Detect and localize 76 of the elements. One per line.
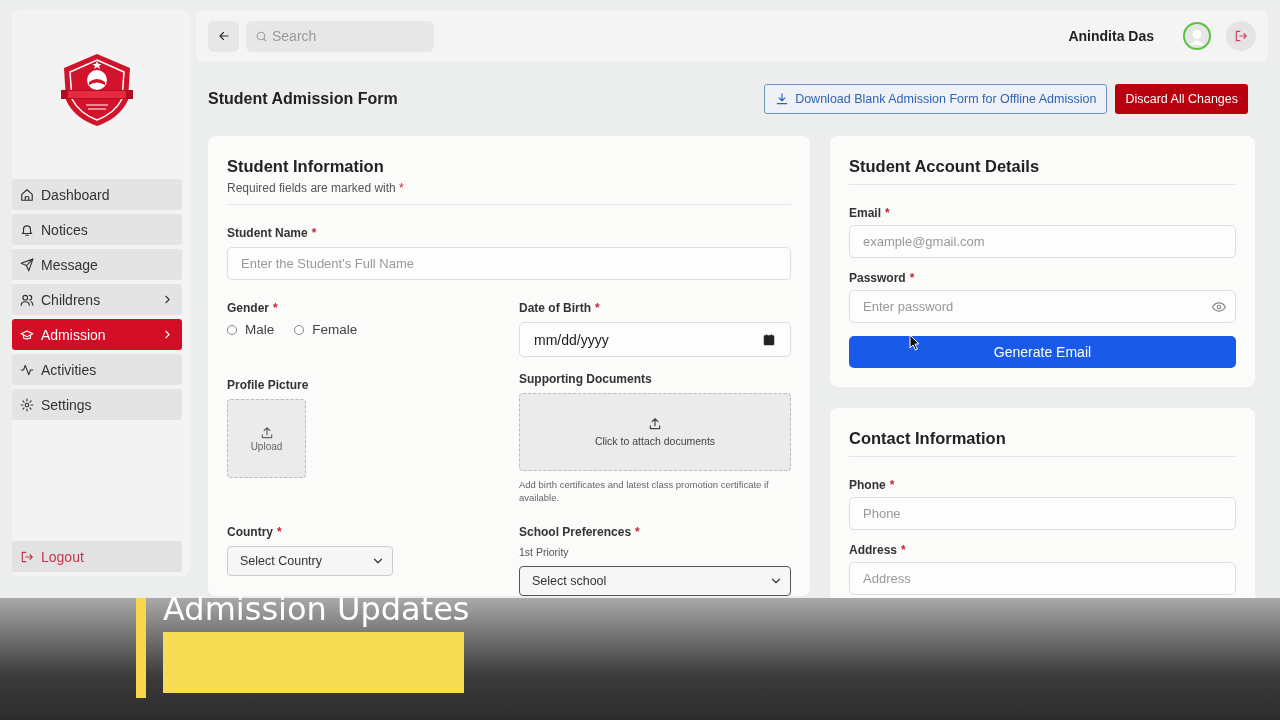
- graduation-cap-icon: [20, 327, 34, 342]
- section-title: Contact Information: [849, 429, 1007, 448]
- back-button[interactable]: [208, 20, 239, 52]
- logout-icon: [20, 549, 34, 564]
- required-mark: *: [885, 206, 890, 220]
- logout-label[interactable]: Logout: [41, 548, 84, 565]
- eye-icon: [1212, 300, 1226, 314]
- discard-button[interactable]: Discard All Changes: [1115, 84, 1248, 114]
- field-label: Phone: [849, 478, 886, 492]
- logout-item[interactable]: Logout: [12, 541, 182, 572]
- date-field[interactable]: mm/dd/yyyy: [519, 322, 791, 357]
- password-field[interactable]: Enter password: [849, 290, 1236, 323]
- radio-button[interactable]: [294, 324, 305, 335]
- field-label: School Preferences: [519, 525, 632, 539]
- search-icon: [255, 29, 268, 43]
- field-label: Student Name: [227, 226, 308, 240]
- field-label: Email: [849, 206, 881, 220]
- section-title: Student Account Details: [849, 157, 1041, 176]
- required-mark: *: [909, 271, 915, 285]
- phone-field[interactable]: Phone: [849, 497, 1236, 530]
- radio-label[interactable]: Female: [312, 322, 358, 337]
- home-icon: [20, 187, 34, 202]
- user-name: Anindita Das: [1068, 28, 1154, 44]
- logout-icon: [1234, 29, 1248, 43]
- nav-item[interactable]: Dashboard: [12, 179, 182, 210]
- nav-item[interactable]: Childrens: [12, 284, 182, 315]
- download-button[interactable]: Download Blank Admission Form for Offline Admission: [764, 84, 1108, 114]
- arrow-left-icon: [216, 29, 231, 43]
- field-label: Supporting Documents: [519, 372, 652, 386]
- field-label: Country: [227, 525, 273, 539]
- address-field[interactable]: Address: [849, 562, 1236, 595]
- hint-text: Add birth certificates and latest class promotion certificate if available.: [519, 478, 770, 504]
- caption-title: Admission Updates: [163, 590, 470, 628]
- nav-item[interactable]: Notices: [12, 214, 182, 245]
- required-mark: *: [635, 525, 640, 539]
- student-name-field[interactable]: Enter the Student's Full Name: [227, 247, 791, 280]
- required-mark: *: [889, 478, 895, 492]
- field-label: Date of Birth: [519, 301, 591, 315]
- upload-box[interactable]: Upload: [227, 399, 306, 478]
- logout-button[interactable]: [1226, 21, 1256, 51]
- generate-email-button[interactable]: Generate Email: [849, 336, 1236, 368]
- nav-item[interactable]: Activities: [12, 354, 182, 385]
- field-label: Password: [849, 271, 906, 285]
- activity-icon: [20, 362, 34, 377]
- nav-item[interactable]: Settings: [12, 389, 182, 420]
- avatar[interactable]: [1183, 22, 1211, 50]
- calendar-icon: [762, 332, 776, 347]
- users-icon: [20, 292, 34, 307]
- bell-icon: [20, 222, 34, 237]
- field-label: Gender: [227, 301, 269, 315]
- send-icon: [20, 257, 34, 272]
- document-upload-box[interactable]: Click to attach documents: [519, 393, 791, 471]
- required-mark: *: [277, 525, 282, 539]
- radio-label[interactable]: Male: [245, 322, 275, 337]
- required-mark: *: [311, 226, 317, 240]
- radio-button[interactable]: [227, 324, 237, 335]
- required-mark: *: [273, 301, 278, 315]
- school-select[interactable]: Select school: [519, 566, 791, 596]
- field-label: Address: [849, 543, 898, 557]
- required-mark: *: [901, 543, 906, 557]
- required-note: Required fields are marked with *: [227, 181, 404, 195]
- search-field[interactable]: Search: [246, 20, 434, 52]
- nav-item[interactable]: Admission: [12, 319, 182, 350]
- country-select[interactable]: Select Country: [227, 546, 393, 576]
- field-label: Profile Picture: [227, 378, 309, 392]
- settings-icon: [20, 397, 34, 412]
- email-field[interactable]: example@gmail.com: [849, 225, 1236, 258]
- nav-item[interactable]: Message: [12, 249, 182, 280]
- section-title: Student Information: [227, 157, 385, 176]
- required-mark: *: [595, 301, 600, 315]
- page-title: Student Admission Form: [208, 90, 399, 108]
- cursor-icon: [909, 334, 920, 351]
- upload-icon: [259, 425, 274, 440]
- download-icon: [775, 92, 790, 106]
- upload-icon: [648, 417, 662, 431]
- priority-label: 1st Priority: [519, 546, 570, 558]
